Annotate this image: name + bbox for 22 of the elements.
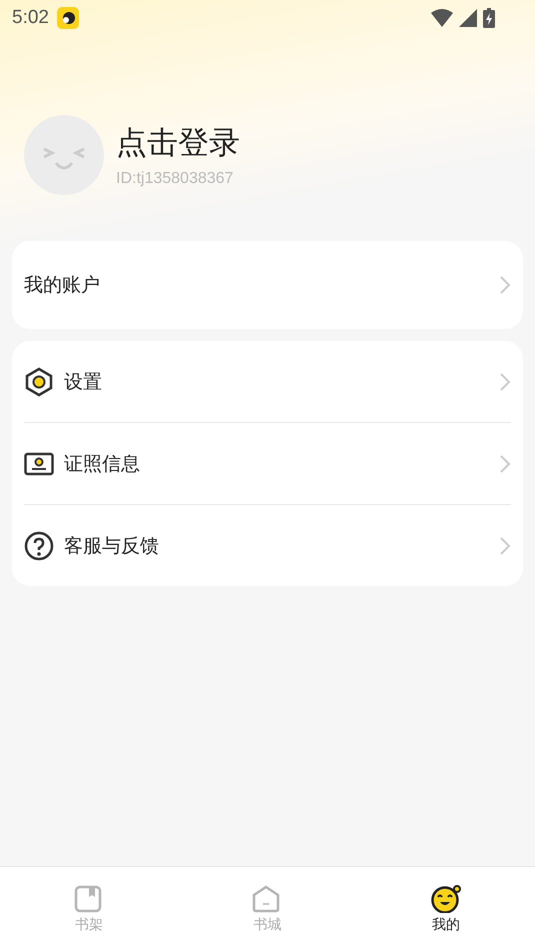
- app-notification-icon: [56, 7, 79, 29]
- battery-icon: [483, 8, 495, 28]
- house-icon: [252, 884, 282, 912]
- tab-button[interactable]: 我的: [356, 867, 535, 951]
- chevron-icon: [499, 454, 511, 474]
- avatar-icon: [24, 115, 104, 195]
- status-time: 5:02: [12, 7, 49, 29]
- login-prompt[interactable]: 点击登录: [116, 122, 240, 164]
- menu-item[interactable]: 设置: [24, 341, 511, 422]
- menu-item[interactable]: 客服与反馈: [24, 504, 511, 586]
- smiley-icon: [430, 884, 461, 912]
- chevron-icon: [499, 372, 511, 392]
- book-icon: [74, 884, 104, 912]
- settings-icon: [24, 366, 54, 396]
- chevron-icon: [499, 536, 511, 556]
- chevron-icon: [499, 275, 511, 295]
- account-row[interactable]: 我的账户: [12, 241, 523, 329]
- wifi-icon: [431, 9, 453, 27]
- user-id: ID:tj1358038367: [116, 170, 234, 188]
- help-icon: [24, 530, 54, 560]
- menu-item[interactable]: 证照信息: [24, 422, 511, 504]
- signal-icon: [459, 9, 477, 27]
